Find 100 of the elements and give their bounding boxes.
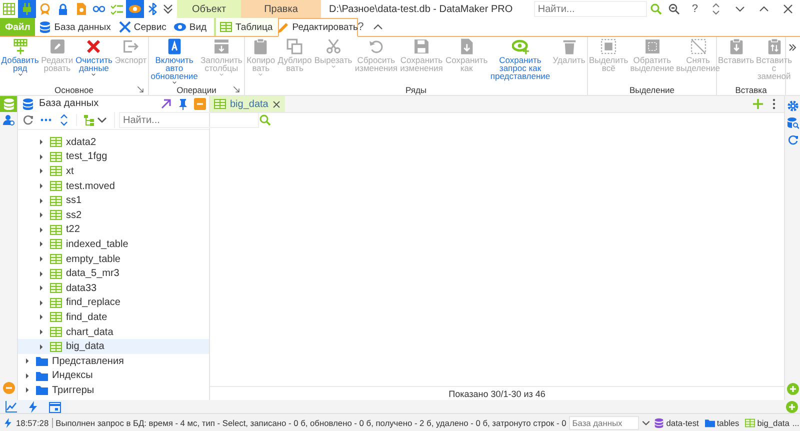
badge-icon [39,3,51,15]
tree-item[interactable]: find_date [18,310,209,325]
tree-item[interactable]: chart_data [18,324,209,340]
refresh-icon[interactable] [22,114,34,126]
double-chevron-icon[interactable] [788,43,797,52]
eye-icon [174,21,186,33]
bluetooth-icon [147,3,159,15]
close-icon[interactable] [272,100,282,108]
ribbon-tab[interactable]: Сервис [114,18,170,36]
search-icon [650,3,662,15]
table-icon [50,150,62,163]
database-icon [22,98,34,110]
tree-item[interactable]: data_5_mr3 [18,266,209,281]
crossed-tools-icon [118,21,131,33]
checklist-icon [111,3,123,15]
ribbon-tab[interactable]: Таблица [214,18,278,36]
user-search-icon [2,114,14,126]
close-icon[interactable] [782,3,794,15]
ribbon-button[interactable]: Очистить данные [74,37,114,85]
window-title: D:\Разное\data-test.db - DataMaker PRO [329,4,514,14]
table-icon [50,136,62,148]
folder-icon [36,370,48,382]
table-icon [745,418,756,428]
sidebar-button[interactable] [0,112,17,128]
export-icon [122,38,140,55]
database-icon [2,98,14,110]
breadcrumb-item[interactable]: data-test [654,418,699,428]
tree-item[interactable]: Индексы [18,368,209,384]
tree-item[interactable]: find_replace [18,296,209,310]
eye-plus-icon [512,38,529,55]
diagonal-arrow-icon[interactable] [160,98,172,110]
tree-item[interactable]: empty_table [18,252,209,266]
tree-item[interactable]: big_data [18,339,209,354]
eye-icon [129,3,141,15]
link-icon [93,3,105,15]
document-tab[interactable]: big_data [210,96,286,112]
help-button[interactable]: ? [358,21,364,33]
database-icon [39,21,52,33]
tree-item[interactable]: ss2 [18,208,209,223]
ribbon-tab[interactable]: База данных [35,18,115,36]
up-down-arrows-icon[interactable] [58,114,70,126]
deselect-icon [690,38,707,55]
cross-icon [85,38,102,55]
table-icon [50,340,62,353]
table-icon [50,180,62,192]
breadcrumb-item[interactable]: tables [704,418,740,428]
table-icon [220,21,232,33]
tree-item[interactable]: Представления [18,354,209,368]
settings-icon[interactable] [786,100,798,112]
refresh-icon[interactable] [786,134,798,146]
grid-icon [3,3,15,15]
group-label: Основное [54,85,94,95]
tree-item[interactable]: ss1 [18,193,209,208]
record-count: Показано 30/1-30 из 46 [448,388,546,398]
plug-icon [21,3,33,15]
tree-item[interactable]: xdata2 [18,135,209,150]
table-icon [50,165,62,178]
undo-icon [368,38,385,55]
toolbar-button[interactable] [126,0,144,18]
ribbon-tab[interactable]: Вид [170,18,211,36]
group-label: Операции [176,85,216,95]
help-button[interactable]: ? [692,3,698,15]
tree-item[interactable]: xt [18,164,209,179]
calendar-icon[interactable] [49,400,61,412]
trash-icon [560,38,578,55]
tree-item[interactable]: data33 [18,280,209,296]
database-dropdown[interactable]: База данных [569,416,640,430]
double-chevron-down-icon[interactable] [162,3,174,15]
expand-icon[interactable] [710,3,722,15]
table-icon [50,282,62,294]
pencil-icon [277,22,290,34]
status-message: Выполнен запрос в БД: время - 4 мс, тип - Select, записано - 0 б, обновлено - 0 б, получено - 2 б, удалено - 0 б, затронуто строк - 0 [56,418,566,428]
database-icon [654,418,664,428]
table-icon [50,209,62,222]
table-icon [50,238,62,250]
lock-icon [57,3,69,15]
tree-item[interactable]: test_1fgg [18,150,209,164]
breadcrumb-item[interactable]: big_data [745,418,790,428]
tree-item[interactable]: test.moved [18,178,209,194]
pin-icon[interactable] [177,98,189,110]
ribbon-button[interactable]: Сохранить запрос как представление [489,37,552,85]
table-icon [50,296,62,309]
tree-view-button[interactable] [76,114,108,126]
search-field[interactable]: Найти... [119,112,259,128]
line-chart-icon[interactable] [5,400,17,412]
tree-item[interactable]: indexed_table [18,237,209,252]
search-field[interactable]: Найти... [534,1,647,17]
tree-item[interactable]: Триггеры [18,383,209,398]
database-search-icon[interactable] [786,117,798,129]
ribbon-button[interactable]: Добавить ряд [0,37,40,85]
more-button[interactable]: ... [792,418,800,428]
table-icon [50,194,62,207]
dialog-launcher-icon[interactable] [233,86,241,94]
zoom-search-icon[interactable] [668,3,680,15]
dialog-launcher-icon[interactable] [137,86,145,94]
tree-view-icon [83,114,95,126]
tree-item[interactable]: t22 [18,222,209,238]
lightning-icon [3,418,13,428]
document-icon [75,3,87,15]
ribbon-button[interactable]: Включить авто обновление [150,37,199,85]
